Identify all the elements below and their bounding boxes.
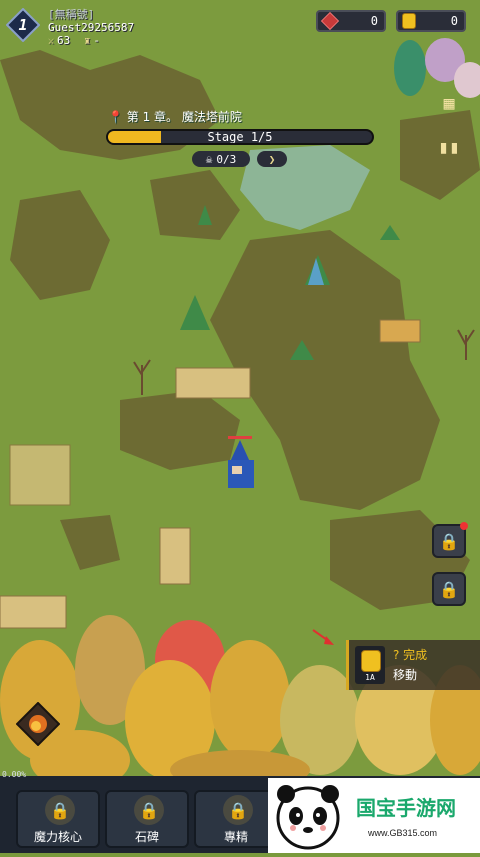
gem-icon <box>320 11 340 31</box>
chapter-label: 第 1 章。 魔法塔前院 <box>126 110 242 124</box>
player-panel[interactable]: 1 [無稱號] Guest29256587 ⚔ 63 ♜ - <box>6 8 134 48</box>
player-info: [無稱號] Guest29256587 ⚔ 63 ♜ - <box>48 8 134 48</box>
locked-feature-button-2[interactable]: 🔒 <box>432 572 466 606</box>
quest-status: ? 完成 <box>393 648 428 662</box>
lock-icon: 🔒 <box>223 795 253 825</box>
menu-stele[interactable]: 🔒 石碑 <box>105 790 189 848</box>
gem-counter[interactable]: 0 <box>316 10 386 32</box>
chevron-right-icon: ❯ <box>268 152 276 166</box>
watermark-url: www.GB315.com <box>368 828 438 838</box>
quest-text: 移動 <box>393 668 418 682</box>
player-stats: ⚔ 63 ♜ - <box>48 34 134 48</box>
player-name: Guest29256587 <box>48 21 135 34</box>
lock-icon: 🔒 <box>45 795 75 825</box>
chapter-title: 📍 第 1 章。 魔法塔前院 <box>108 108 242 125</box>
swords-icon: ⚔ <box>48 36 55 47</box>
stage-label: Stage 1/5 <box>207 130 273 144</box>
menu-mastery[interactable]: 🔒 專精 <box>194 790 278 848</box>
exp-percent: 0.00% <box>2 770 27 779</box>
power-stat: ⚔ 63 <box>48 34 70 48</box>
menu-label: 石碑 <box>134 830 159 844</box>
coin-counter[interactable]: 0 <box>396 10 466 32</box>
rank-stat: ♜ - <box>84 34 100 48</box>
game-world[interactable] <box>0 0 480 853</box>
rank-value: - <box>93 34 100 47</box>
coin-value: 0 <box>450 14 458 28</box>
skull-icon: ☠ <box>205 152 213 166</box>
panda-logo-icon <box>276 785 340 850</box>
lock-icon: 🔒 <box>134 795 164 825</box>
power-value: 63 <box>57 34 71 47</box>
watermark: 国宝手游网 www.GB315.com <box>268 778 480 853</box>
trophy-icon: ♜ <box>84 36 91 47</box>
coin-icon <box>402 13 416 29</box>
bars-stats-icon[interactable]: ▮▮ <box>436 134 462 160</box>
lock-icon: 🔒 <box>439 579 459 599</box>
quest-reward-icon: 1A <box>355 646 385 684</box>
player-title: [無稱號] <box>48 8 95 21</box>
fireball-skill-button[interactable] <box>15 701 61 747</box>
coin-icon <box>361 650 381 672</box>
quest-reward-level: 1A <box>365 673 375 682</box>
next-stage-button[interactable]: ❯ <box>257 151 287 167</box>
grid-menu-icon[interactable]: ▦ <box>436 90 462 116</box>
watermark-text: 国宝手游网 <box>356 796 456 820</box>
lock-icon: 🔒 <box>439 531 459 551</box>
level-badge[interactable]: 1 <box>6 8 40 42</box>
kill-value: 0/3 <box>216 152 237 166</box>
locked-feature-button-1[interactable]: 🔒 <box>432 522 468 558</box>
menu-label: 魔力核心 <box>33 830 82 844</box>
menu-label: 專精 <box>223 830 248 844</box>
player-level: 1 <box>18 16 28 34</box>
gem-value: 0 <box>370 14 378 28</box>
menu-mana-core[interactable]: 🔒 魔力核心 <box>16 790 100 848</box>
notification-dot <box>460 522 468 530</box>
location-pin-icon: 📍 <box>108 110 123 124</box>
kill-counter: ☠ 0/3 <box>192 151 250 167</box>
quest-panel[interactable]: 1A ? 完成 移動 <box>346 640 480 690</box>
stage-progress-bar: Stage 1/5 <box>106 129 374 145</box>
